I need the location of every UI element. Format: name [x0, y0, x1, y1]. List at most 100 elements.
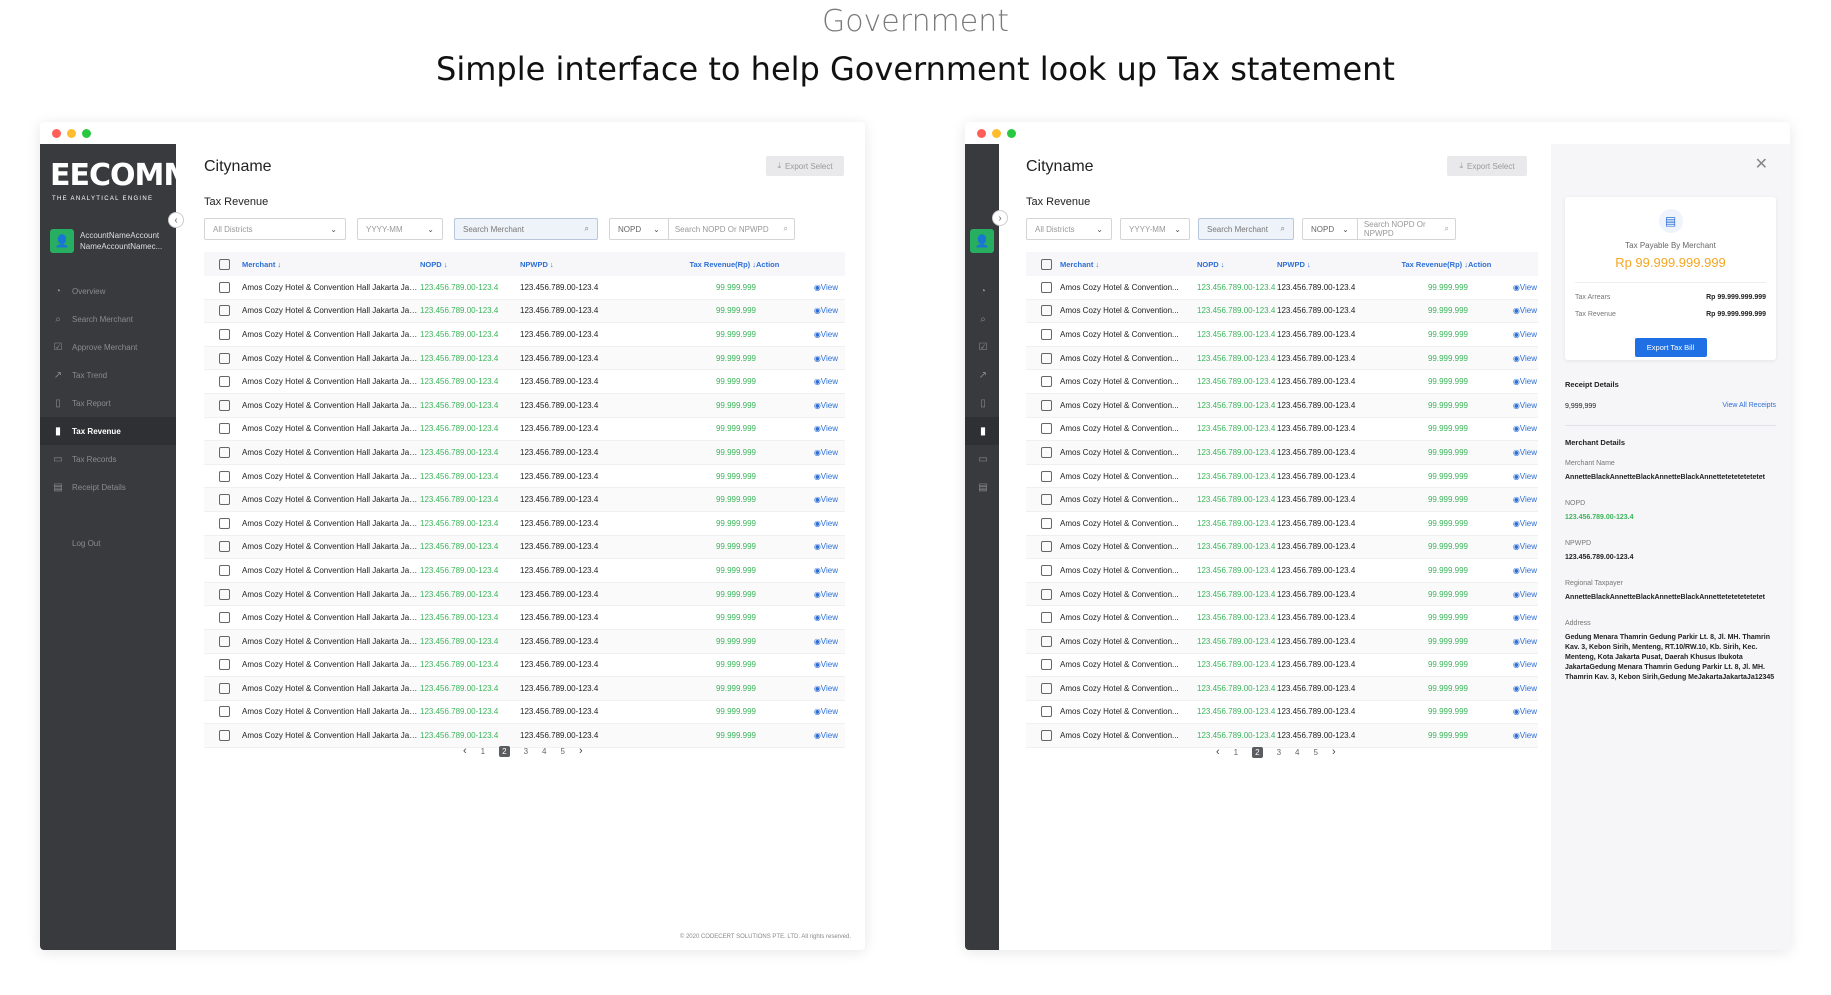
page-3[interactable]: 3 [1277, 748, 1281, 757]
district-select[interactable]: All Districts ⌄ [204, 218, 346, 240]
view-button[interactable]: ◉View [1468, 566, 1537, 575]
district-select[interactable]: All Districts ⌄ [1026, 218, 1112, 240]
chevron-right-icon[interactable]: › [1332, 746, 1336, 758]
sidebar-item-approve-merchant[interactable]: ☑ [965, 333, 999, 361]
view-button[interactable]: ◉View [1468, 637, 1537, 646]
view-button[interactable]: ◉View [1468, 590, 1537, 599]
row-checkbox[interactable] [219, 281, 230, 293]
view-button[interactable]: ◉View [756, 377, 838, 386]
view-button[interactable]: ◉View [1468, 448, 1537, 457]
view-button[interactable]: ◉View [1468, 660, 1537, 669]
row-checkbox[interactable] [219, 541, 230, 553]
close-window-button[interactable] [977, 129, 986, 138]
view-button[interactable]: ◉View [756, 613, 838, 622]
row-checkbox[interactable] [1041, 352, 1052, 364]
row-checkbox[interactable] [219, 305, 230, 317]
row-checkbox[interactable] [219, 446, 230, 458]
page-1[interactable]: 1 [1234, 748, 1238, 757]
close-icon[interactable]: ✕ [1755, 154, 1768, 174]
merchant-column-header[interactable]: Merchant ↓ [1052, 260, 1197, 269]
row-checkbox[interactable] [219, 494, 230, 506]
sidebar-item-search-merchant[interactable]: ⌕ [965, 305, 999, 333]
page-5[interactable]: 5 [560, 747, 564, 756]
nopd-select[interactable]: NOPD ⌄ [1303, 219, 1358, 239]
view-button[interactable]: ◉View [756, 354, 838, 363]
nopd-column-header[interactable]: NOPD ↓ [1197, 260, 1277, 269]
row-checkbox[interactable] [219, 423, 230, 435]
row-checkbox[interactable] [1041, 659, 1052, 671]
view-button[interactable]: ◉View [1468, 684, 1537, 693]
view-all-receipts-link[interactable]: View All Receipts [1722, 402, 1776, 412]
row-checkbox[interactable] [1041, 446, 1052, 458]
row-checkbox[interactable] [1041, 470, 1052, 482]
export-select-button[interactable]: ⤓ Export Select [766, 156, 844, 176]
sidebar-item-tax-records[interactable]: ▭ Tax Records [40, 445, 176, 473]
search-merchant-input[interactable]: Search Merchant ⌕ [454, 218, 598, 240]
row-checkbox[interactable] [1041, 376, 1052, 388]
view-button[interactable]: ◉View [756, 448, 838, 457]
view-button[interactable]: ◉View [1468, 542, 1537, 551]
view-button[interactable]: ◉View [1468, 731, 1537, 740]
maximize-window-button[interactable] [82, 129, 91, 138]
view-button[interactable]: ◉View [1468, 377, 1537, 386]
sidebar-item-receipt-details[interactable]: ▤ [965, 473, 999, 501]
view-button[interactable]: ◉View [1468, 613, 1537, 622]
page-2[interactable]: 2 [499, 745, 510, 757]
view-button[interactable]: ◉View [756, 707, 838, 716]
view-button[interactable]: ◉View [756, 566, 838, 575]
view-button[interactable]: ◉View [1468, 330, 1537, 339]
view-button[interactable]: ◉View [756, 472, 838, 481]
row-checkbox[interactable] [219, 399, 230, 411]
view-button[interactable]: ◉View [756, 542, 838, 551]
row-checkbox[interactable] [219, 682, 230, 694]
minimize-window-button[interactable] [992, 129, 1001, 138]
revenue-column-header[interactable]: Tax Revenue(Rp) ↓ [630, 260, 756, 269]
row-checkbox[interactable] [219, 635, 230, 647]
chevron-right-icon[interactable]: › [579, 745, 583, 757]
page-3[interactable]: 3 [524, 747, 528, 756]
view-button[interactable]: ◉View [756, 283, 838, 292]
row-checkbox[interactable] [219, 328, 230, 340]
page-4[interactable]: 4 [542, 747, 546, 756]
row-checkbox[interactable] [1041, 494, 1052, 506]
export-tax-bill-button[interactable]: Export Tax Bill [1634, 338, 1707, 357]
page-5[interactable]: 5 [1313, 748, 1317, 757]
view-button[interactable]: ◉View [756, 495, 838, 504]
sidebar-item-receipt-details[interactable]: ▤ Receipt Details [40, 473, 176, 501]
view-button[interactable]: ◉View [1468, 424, 1537, 433]
row-checkbox[interactable] [1041, 423, 1052, 435]
view-button[interactable]: ◉View [756, 424, 838, 433]
view-button[interactable]: ◉View [756, 684, 838, 693]
sidebar-item-tax-trend[interactable]: ↗ [965, 361, 999, 389]
view-button[interactable]: ◉View [756, 519, 838, 528]
row-checkbox[interactable] [219, 470, 230, 482]
row-checkbox[interactable] [1041, 635, 1052, 647]
maximize-window-button[interactable] [1007, 129, 1016, 138]
close-window-button[interactable] [52, 129, 61, 138]
view-button[interactable]: ◉View [756, 637, 838, 646]
row-checkbox[interactable] [219, 352, 230, 364]
view-button[interactable]: ◉View [756, 731, 838, 740]
row-checkbox[interactable] [1041, 517, 1052, 529]
search-merchant-input[interactable]: Search Merchant ⌕ [1198, 218, 1294, 240]
nopd-search-input[interactable]: Search NOPD Or NPWPD ⌕ [1358, 219, 1455, 239]
row-checkbox[interactable] [1041, 612, 1052, 624]
row-checkbox[interactable] [1041, 730, 1052, 742]
month-select[interactable]: YYYY-MM ⌄ [357, 218, 443, 240]
minimize-window-button[interactable] [67, 129, 76, 138]
view-button[interactable]: ◉View [1468, 495, 1537, 504]
sidebar-item-tax-report[interactable]: ▯ Tax Report [40, 389, 176, 417]
view-button[interactable]: ◉View [756, 306, 838, 315]
row-checkbox[interactable] [1041, 305, 1052, 317]
chevron-left-icon[interactable]: ‹ [1216, 746, 1220, 758]
select-all-checkbox[interactable] [1041, 258, 1052, 270]
row-checkbox[interactable] [219, 564, 230, 576]
view-button[interactable]: ◉View [756, 401, 838, 410]
view-button[interactable]: ◉View [1468, 401, 1537, 410]
row-checkbox[interactable] [1041, 564, 1052, 576]
merchant-column-header[interactable]: Merchant ↓ [230, 260, 420, 269]
nopd-select[interactable]: NOPD ⌄ [610, 219, 669, 239]
view-button[interactable]: ◉View [756, 590, 838, 599]
npwpd-column-header[interactable]: NPWPD ↓ [520, 260, 630, 269]
row-checkbox[interactable] [219, 659, 230, 671]
